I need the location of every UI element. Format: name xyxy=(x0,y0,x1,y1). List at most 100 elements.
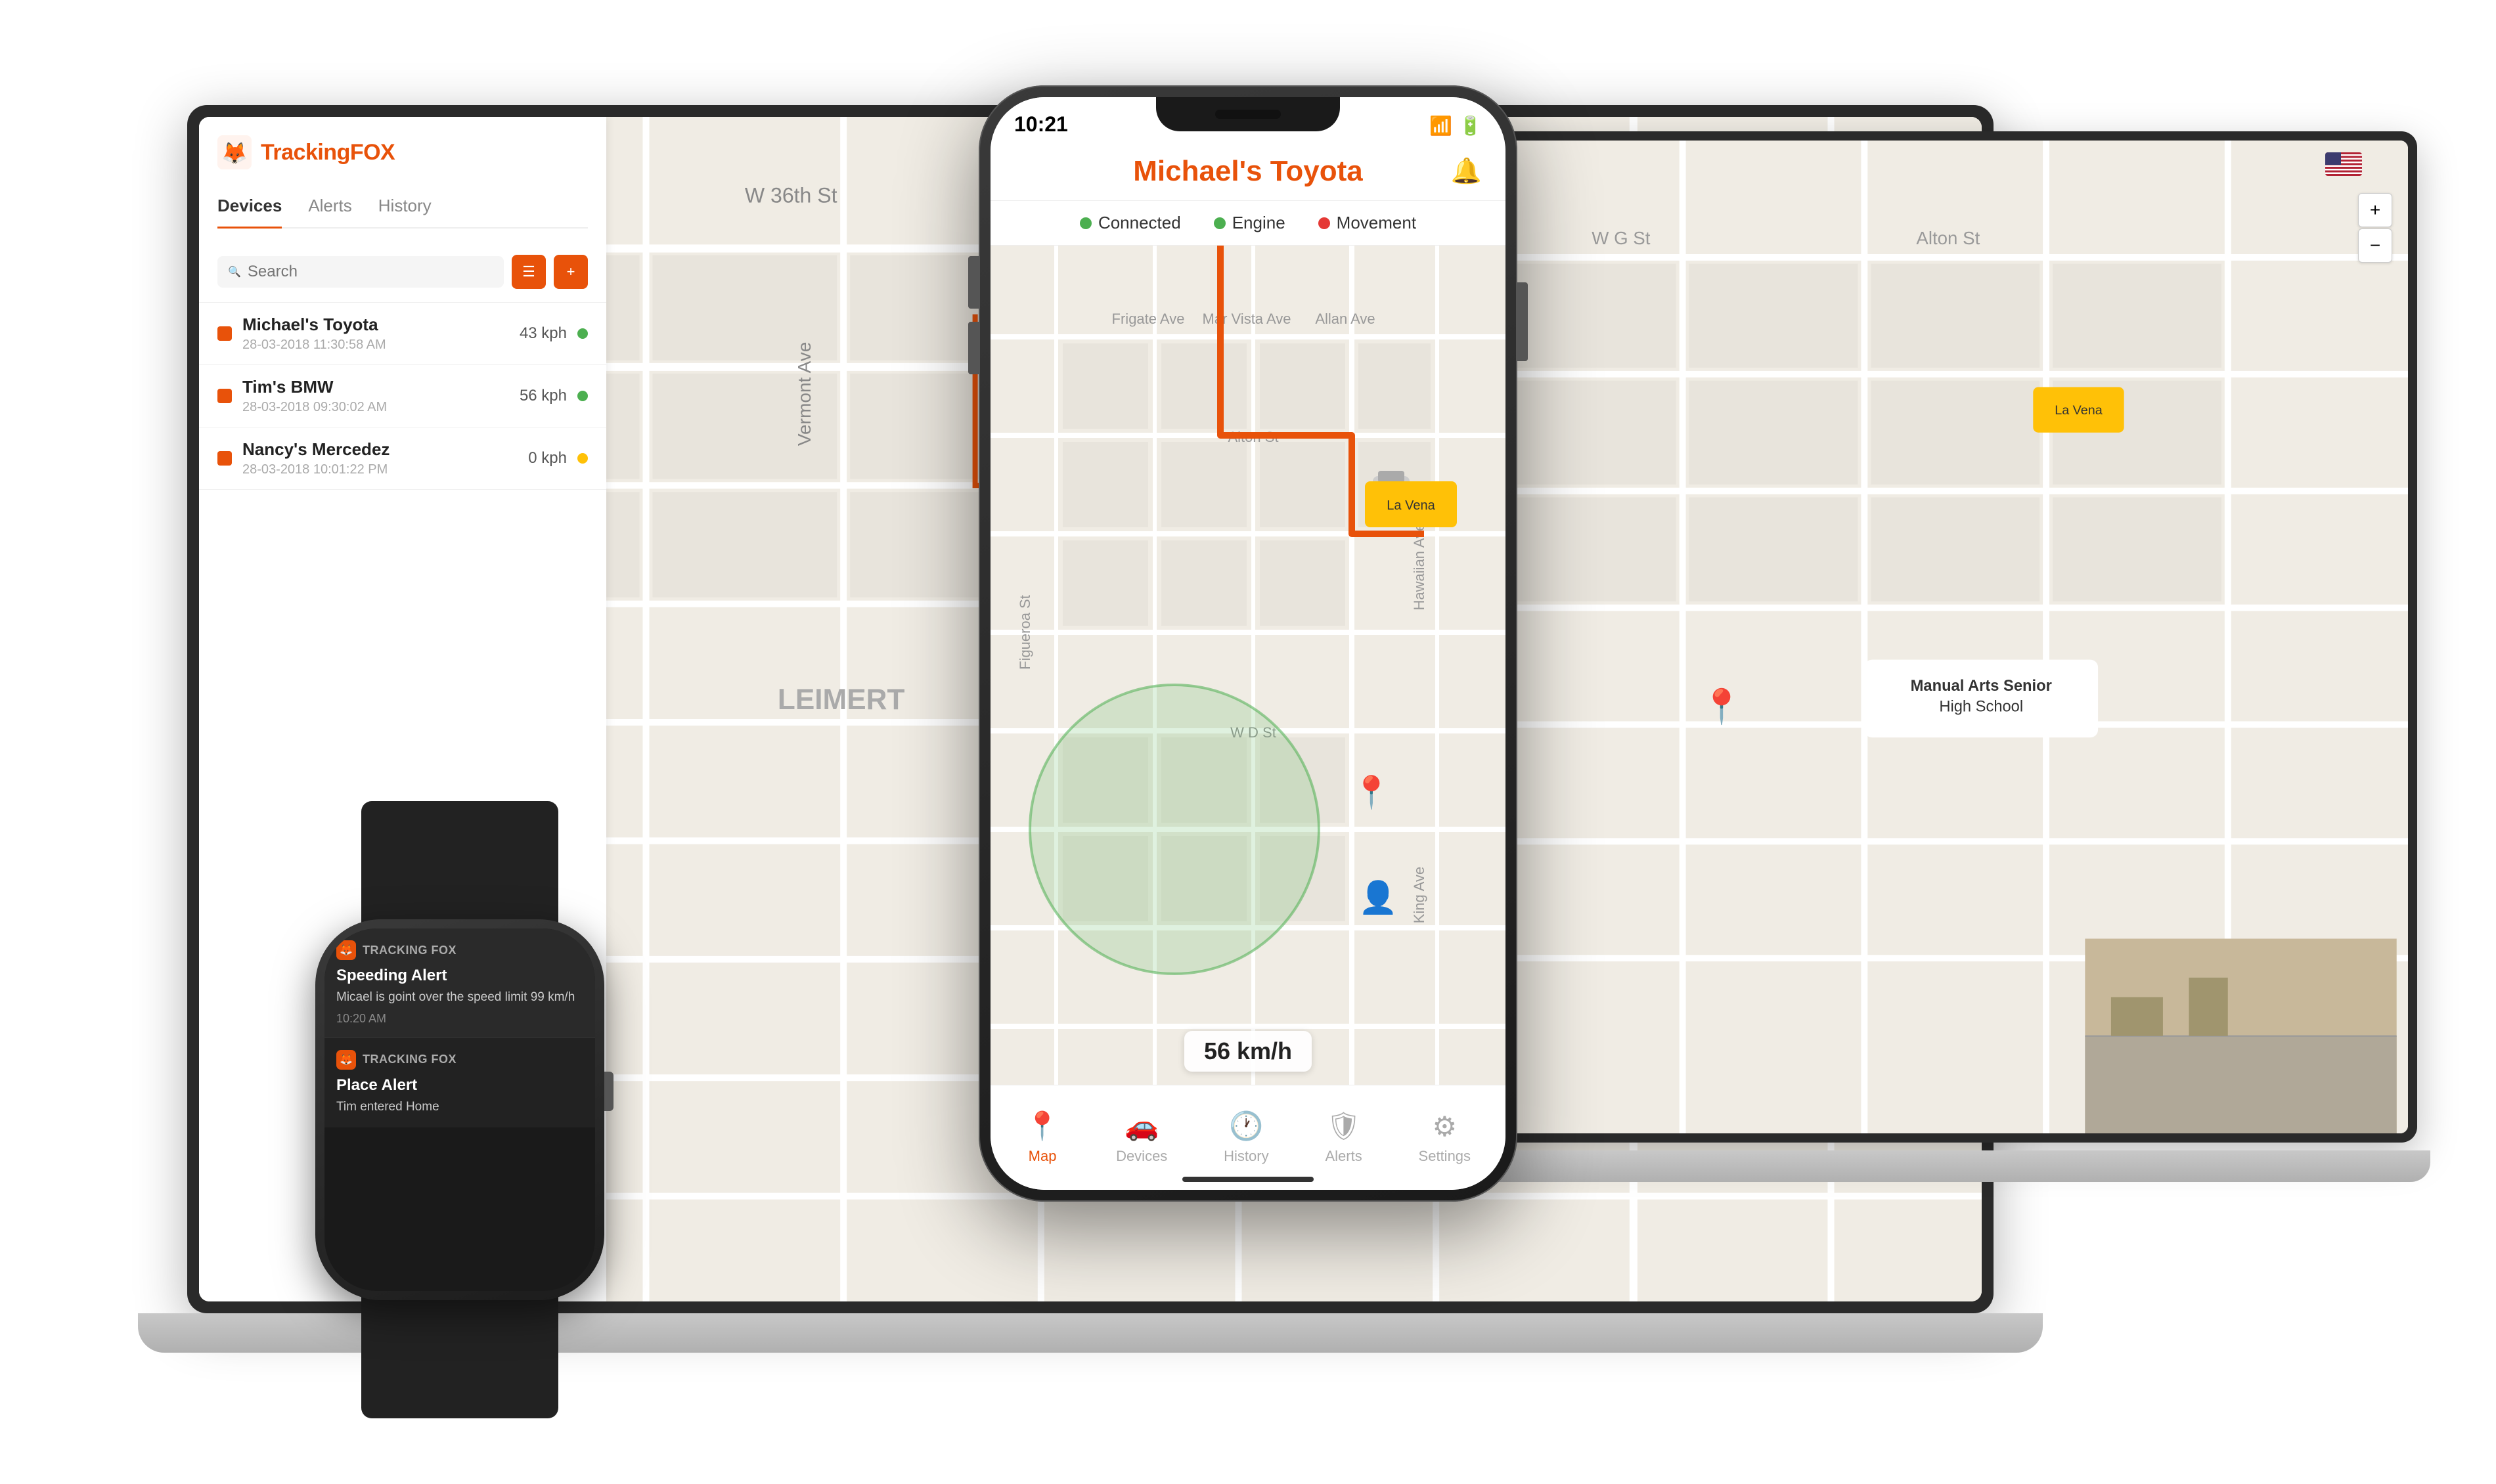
power-button[interactable] xyxy=(1517,282,1528,361)
watch-app-name-1: TRACKING FOX xyxy=(363,944,457,957)
watch-notif-header-1: 🦊 TRACKING FOX xyxy=(336,940,583,960)
home-indicator[interactable] xyxy=(1182,1177,1314,1182)
search-input[interactable] xyxy=(248,263,493,281)
history-nav-icon: 🕐 xyxy=(1229,1110,1263,1143)
svg-text:W 36th St: W 36th St xyxy=(745,183,837,207)
watch-notif-title-1: Speeding Alert xyxy=(336,967,583,985)
phone-map-area: Allan Ave Mar Vista Ave Frigate Ave Hawa… xyxy=(991,246,1505,1085)
logo-text: TrackingFOX xyxy=(261,140,395,165)
device-speed: 56 kph xyxy=(520,387,567,405)
svg-text:Allan Ave: Allan Ave xyxy=(1315,311,1375,327)
volume-down-button[interactable] xyxy=(968,322,979,374)
movement-status: Movement xyxy=(1318,213,1416,233)
notification-bell-icon[interactable]: 🔔 xyxy=(1451,157,1482,186)
watch-screen: 🦊 TRACKING FOX Speeding Alert Micael is … xyxy=(324,928,595,1291)
scene: 🚗 W 36th St W 34th St Crenshaw Blvd Verm… xyxy=(66,53,2430,1431)
settings-nav-icon: ⚙ xyxy=(1432,1110,1457,1143)
svg-text:👤: 👤 xyxy=(1358,879,1398,915)
add-device-button[interactable]: + xyxy=(554,255,588,289)
logo-fox-text: FOX xyxy=(350,140,395,165)
zoom-controls: + − xyxy=(2358,193,2392,263)
watch-app-icon: 🦊 xyxy=(336,940,356,960)
apple-watch: 🦊 TRACKING FOX Speeding Alert Micael is … xyxy=(315,919,604,1300)
list-view-button[interactable]: ☰ xyxy=(512,255,546,289)
svg-text:Frigate Ave: Frigate Ave xyxy=(1112,311,1185,327)
watch-app-icon-2: 🦊 xyxy=(336,1050,356,1070)
device-speed: 0 kph xyxy=(528,449,567,468)
tab-devices[interactable]: Devices xyxy=(217,185,282,229)
device-info: Michael's Toyota 28-03-2018 11:30:58 AM xyxy=(242,315,509,353)
connected-status: Connected xyxy=(1080,213,1181,233)
device-name: Michael's Toyota xyxy=(242,315,509,335)
alerts-nav-label: Alerts xyxy=(1325,1148,1362,1165)
watch-band-bottom xyxy=(361,1287,558,1418)
phone-screen: 10:21 📶 🔋 Michael's Toyota 🔔 Connected xyxy=(991,97,1505,1190)
phone-header: Michael's Toyota 🔔 xyxy=(991,142,1505,201)
volume-up-button[interactable] xyxy=(968,256,979,309)
phone: 10:21 📶 🔋 Michael's Toyota 🔔 Connected xyxy=(979,85,1517,1202)
svg-text:Manual Arts Senior: Manual Arts Senior xyxy=(1911,678,2052,695)
watch-app-name-2: TRACKING FOX xyxy=(363,1053,457,1066)
tab-history[interactable]: History xyxy=(378,185,432,229)
watch-notif-header-2: 🦊 TRACKING FOX xyxy=(336,1050,583,1070)
connected-dot xyxy=(1080,217,1092,229)
device-speed: 43 kph xyxy=(520,324,567,343)
phone-time: 10:21 xyxy=(1014,112,1068,137)
phone-notch xyxy=(1156,97,1340,131)
device-color-indicator xyxy=(217,451,232,466)
nav-settings[interactable]: ⚙ Settings xyxy=(1406,1104,1484,1171)
device-info: Nancy's Mercedez 28-03-2018 10:01:22 PM xyxy=(242,439,518,477)
device-time: 28-03-2018 11:30:58 AM xyxy=(242,338,509,353)
device-color-indicator xyxy=(217,389,232,403)
device-status-dot xyxy=(577,391,588,401)
laptop-header: 🦊 TrackingFOX Devices Alerts History xyxy=(199,117,606,242)
svg-text:📍: 📍 xyxy=(1701,687,1743,726)
device-name: Tim's BMW xyxy=(242,377,509,397)
laptop-tabs: Devices Alerts History xyxy=(217,185,588,229)
devices-nav-label: Devices xyxy=(1116,1148,1167,1165)
device-status-dot xyxy=(577,453,588,464)
nav-history[interactable]: 🕐 History xyxy=(1211,1104,1281,1171)
zoom-out-button[interactable]: − xyxy=(2358,229,2392,263)
device-name: Nancy's Mercedez xyxy=(242,439,518,460)
device-status-dot xyxy=(577,328,588,339)
svg-text:🦊: 🦊 xyxy=(221,141,248,165)
nav-alerts[interactable]: 🛡 Alerts xyxy=(1312,1104,1375,1171)
watch-crown[interactable] xyxy=(604,1072,613,1111)
us-flag xyxy=(2325,152,2362,176)
movement-dot xyxy=(1318,217,1330,229)
svg-text:Mar Vista Ave: Mar Vista Ave xyxy=(1203,311,1291,327)
watch-notif-body-2: Tim entered Home xyxy=(336,1099,583,1116)
phone-bottom-nav: 📍 Map 🚗 Devices 🕐 History 🛡 Alerts ⚙ xyxy=(991,1085,1505,1190)
device-list: Michael's Toyota 28-03-2018 11:30:58 AM … xyxy=(199,303,606,490)
nav-devices[interactable]: 🚗 Devices xyxy=(1103,1104,1180,1171)
map-nav-label: Map xyxy=(1029,1148,1057,1165)
engine-dot xyxy=(1214,217,1226,229)
phone-connection-status: Connected Engine Movement xyxy=(991,201,1505,246)
svg-text:📍: 📍 xyxy=(1352,774,1391,810)
svg-text:King Ave: King Ave xyxy=(1411,867,1427,923)
device-item-bmw[interactable]: Tim's BMW 28-03-2018 09:30:02 AM 56 kph xyxy=(199,365,606,427)
search-input-wrap[interactable]: 🔍 xyxy=(217,256,504,288)
battery-icon: 🔋 xyxy=(1459,115,1482,137)
engine-status: Engine xyxy=(1214,213,1285,233)
device-time: 28-03-2018 10:01:22 PM xyxy=(242,462,518,477)
watch-band-top xyxy=(361,801,558,932)
zoom-in-button[interactable]: + xyxy=(2358,193,2392,227)
watch-notif-time-1: 10:20 AM xyxy=(336,1012,583,1026)
nav-map[interactable]: 📍 Map xyxy=(1012,1104,1073,1171)
search-row: 🔍 ☰ + xyxy=(199,242,606,303)
device-time: 28-03-2018 09:30:02 AM xyxy=(242,400,509,415)
svg-text:W G St: W G St xyxy=(1592,228,1650,248)
device-item-toyota[interactable]: Michael's Toyota 28-03-2018 11:30:58 AM … xyxy=(199,303,606,365)
speed-badge: 56 km/h xyxy=(1184,1031,1312,1072)
device-item-mercedes[interactable]: Nancy's Mercedez 28-03-2018 10:01:22 PM … xyxy=(199,427,606,490)
svg-text:La Vena: La Vena xyxy=(1387,498,1435,513)
logo-row: 🦊 TrackingFOX xyxy=(217,135,588,169)
connected-label: Connected xyxy=(1098,213,1181,233)
watch-notif-body-1: Micael is goint over the speed limit 99 … xyxy=(336,989,583,1007)
alerts-nav-icon: 🛡 xyxy=(1326,1110,1361,1143)
engine-label: Engine xyxy=(1232,213,1285,233)
notch-camera xyxy=(1215,110,1281,119)
tab-alerts[interactable]: Alerts xyxy=(308,185,351,229)
